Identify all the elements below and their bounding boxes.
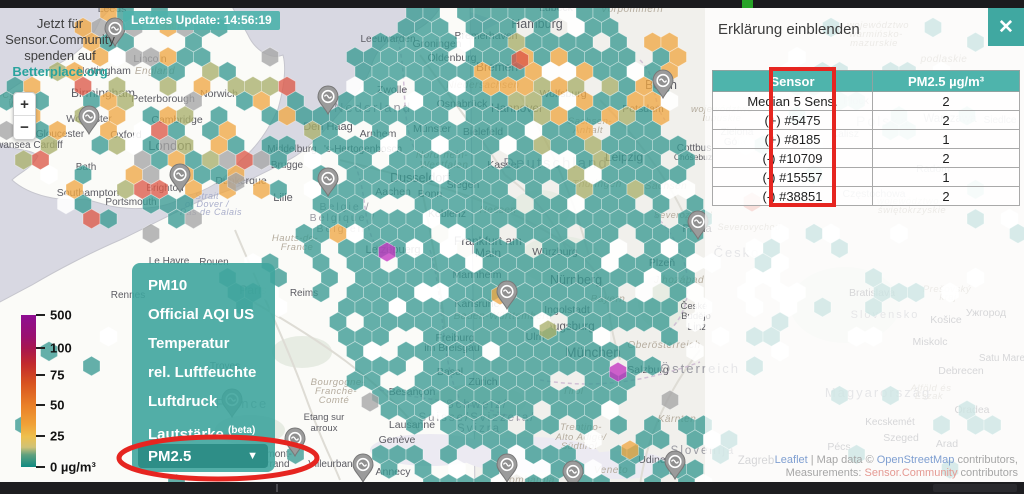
annotation-rect-sensor-column [769,67,836,207]
app-window: LeedsHullLincolnNottinghamEnglandBirming… [0,0,1024,494]
donation-line: spenden auf [0,48,120,64]
table-row: (-) #388512 [713,187,1020,206]
zoom-out-button[interactable]: − [14,116,35,139]
table-row: (-) #107092 [713,149,1020,168]
attribution-text: Measurements: [786,467,865,479]
legend-gradient-bar [21,315,36,467]
layer-menu: PM10Official AQI USTemperaturrel. Luftfe… [132,263,275,472]
map-label: Swansea [0,140,31,151]
pm25-value-cell: 2 [873,111,1020,130]
layer-item-lautstaerke[interactable]: Lautstärke (beta) [132,416,275,445]
map-label: Genève [379,434,416,446]
layer-item-pm10[interactable]: PM10 [132,271,275,300]
pm25-value-cell: 1 [873,168,1020,187]
donation-line: Sensor.Community [0,32,120,48]
betterplace-link[interactable]: Betterplace.org [0,64,120,80]
table-row: (+) #54752 [713,111,1020,130]
legend-tick [36,435,45,437]
pm25-value-cell: 1 [873,130,1020,149]
legend-tick-label: 50 [50,397,64,412]
donation-line: Jetzt für [0,16,120,32]
layer-item-luftdruck[interactable]: Luftdruck [132,387,275,416]
chevron-down-icon: ▼ [247,450,258,462]
bottom-window-bar [0,482,1024,494]
legend-tick [36,314,45,316]
pm25-value-cell: 2 [873,92,1020,111]
legend-tick [36,374,45,376]
map-label: arroux [311,423,338,434]
attribution-text: contributors, [954,454,1018,466]
legend-tick-label: 75 [50,368,64,383]
legend-tick [36,347,45,349]
bottom-bar-tick [276,484,278,492]
legend-tick-label: 25 [50,428,64,443]
layer-item-rel-luftfeuchte[interactable]: rel. Luftfeuchte [132,358,275,387]
donation-note: Jetzt für Sensor.Community spenden auf B… [0,16,120,80]
layer-select-dropdown[interactable]: PM2.5 ▼ [138,444,268,468]
map-attribution: Leaflet | Map data © OpenStreetMap contr… [775,454,1018,480]
sensor-table: Sensor PM2.5 µg/m³ Median 5 Sens.2(+) #5… [712,70,1020,206]
table-row: Median 5 Sens.2 [713,92,1020,111]
map-label: Comté [319,395,349,406]
bottom-bar-strip [933,484,1017,492]
pm25-value-cell: 2 [873,149,1020,168]
legend-tick [36,466,45,468]
legend-tick-label: 100 [50,340,72,355]
top-window-bar [0,0,1024,8]
map-label: Etang sur [304,412,345,423]
close-panel-button[interactable]: ✕ [988,8,1024,46]
selected-layer-label: PM2.5 [148,448,191,465]
layer-item-official-aqi-us[interactable]: Official AQI US [132,300,275,329]
close-icon: ✕ [998,16,1014,39]
map-zoom-control: + − [13,92,36,140]
toggle-explanation-link[interactable]: Erklärung einblenden [718,21,860,38]
attribution-link[interactable]: OpenStreetMap [877,454,955,466]
layer-item-temperatur[interactable]: Temperatur [132,329,275,358]
legend-tick [36,404,45,406]
attribution-text: contributors [957,467,1018,479]
attribution-link[interactable]: Sensor.Community [865,467,958,479]
table-row: (+) #81851 [713,130,1020,149]
legend-tick-label: 500 [50,308,72,323]
pm25-value-cell: 2 [873,187,1020,206]
color-scale-legend: 5001007550250 µg/m³ [21,315,136,467]
attribution-link[interactable]: Leaflet [775,454,808,466]
legend-tick-label: 0 µg/m³ [50,460,96,475]
last-update-badge: Letztes Update: 14:56:19 [123,11,280,30]
table-row: (-) #155571 [713,168,1020,187]
attribution-text: | Map data © [808,454,877,466]
table-header-pm25: PM2.5 µg/m³ [873,71,1020,92]
top-bar-green-indicator [742,0,753,8]
zoom-in-button[interactable]: + [14,93,35,116]
